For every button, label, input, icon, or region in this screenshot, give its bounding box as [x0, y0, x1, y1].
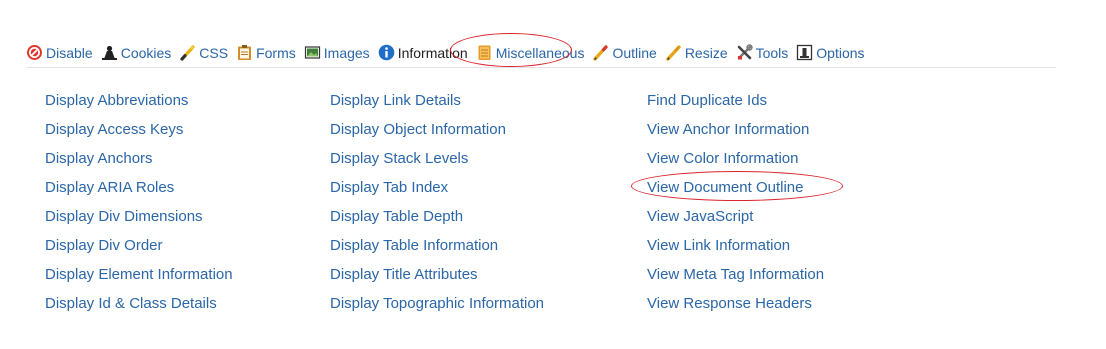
- menu-item[interactable]: View Meta Tag Information: [647, 260, 824, 289]
- menu-item[interactable]: Find Duplicate Ids: [647, 86, 824, 115]
- menu-item-view-document-outline[interactable]: View Document Outline: [647, 173, 824, 202]
- tab-images[interactable]: Images: [304, 44, 370, 61]
- menu-item[interactable]: Display Topographic Information: [330, 289, 544, 318]
- tab-options[interactable]: Options: [796, 44, 865, 61]
- menu-item[interactable]: Display ARIA Roles: [45, 173, 233, 202]
- tools-icon: [736, 44, 753, 61]
- tab-label: Forms: [256, 44, 296, 61]
- outline-icon: [592, 44, 609, 61]
- tab-label: Options: [816, 44, 865, 61]
- menu-item[interactable]: Display Element Information: [45, 260, 233, 289]
- tab-label: Disable: [46, 44, 93, 61]
- tab-outline[interactable]: Outline: [592, 44, 657, 61]
- menu-item[interactable]: View Link Information: [647, 231, 824, 260]
- images-icon: [304, 44, 321, 61]
- menu-item[interactable]: View Response Headers: [647, 289, 824, 318]
- menu-item[interactable]: View JavaScript: [647, 202, 824, 231]
- menu-item[interactable]: Display Table Depth: [330, 202, 544, 231]
- resize-icon: [665, 44, 682, 61]
- menu-item[interactable]: Display Table Information: [330, 231, 544, 260]
- tab-css[interactable]: CSS: [179, 44, 228, 61]
- tab-label: Images: [323, 44, 370, 61]
- tab-label: Miscellaneous: [495, 44, 585, 61]
- toolbar: Disable Cookies CSS Forms Images Informa…: [26, 38, 1056, 68]
- tab-label: CSS: [199, 44, 229, 61]
- tab-label: Information: [397, 44, 468, 61]
- information-icon: [378, 44, 395, 61]
- miscellaneous-icon: [476, 44, 493, 61]
- disable-icon: [26, 44, 43, 61]
- menu-item[interactable]: Display Tab Index: [330, 173, 544, 202]
- menu-item[interactable]: Display Stack Levels: [330, 144, 544, 173]
- tab-label: Cookies: [120, 44, 172, 61]
- forms-icon: [236, 44, 253, 61]
- menu-item[interactable]: Display Id & Class Details: [45, 289, 233, 318]
- menu-item[interactable]: View Anchor Information: [647, 115, 824, 144]
- cookies-icon: [101, 44, 118, 61]
- options-icon: [796, 44, 813, 61]
- tab-forms[interactable]: Forms: [236, 44, 296, 61]
- tab-cookies[interactable]: Cookies: [101, 44, 172, 61]
- menu-item[interactable]: Display Abbreviations: [45, 86, 233, 115]
- tab-resize[interactable]: Resize: [665, 44, 728, 61]
- tab-information[interactable]: Information: [378, 44, 468, 61]
- menu-item[interactable]: Display Title Attributes: [330, 260, 544, 289]
- tab-label: Tools: [755, 44, 789, 61]
- menu-item[interactable]: View Color Information: [647, 144, 824, 173]
- tab-label: Outline: [612, 44, 657, 61]
- menu-item[interactable]: Display Object Information: [330, 115, 544, 144]
- menu-item[interactable]: Display Link Details: [330, 86, 544, 115]
- tab-label: Resize: [684, 44, 728, 61]
- menu-column-3: Find Duplicate Ids View Anchor Informati…: [647, 86, 824, 318]
- tab-disable[interactable]: Disable: [26, 44, 93, 61]
- menu-item[interactable]: Display Access Keys: [45, 115, 233, 144]
- tab-miscellaneous[interactable]: Miscellaneous: [476, 44, 585, 61]
- tab-tools[interactable]: Tools: [736, 44, 789, 61]
- menu-item[interactable]: Display Div Order: [45, 231, 233, 260]
- css-icon: [179, 44, 196, 61]
- menu-column-2: Display Link Details Display Object Info…: [330, 86, 544, 318]
- menu-column-1: Display Abbreviations Display Access Key…: [45, 86, 233, 318]
- menu-item[interactable]: Display Anchors: [45, 144, 233, 173]
- menu-item[interactable]: Display Div Dimensions: [45, 202, 233, 231]
